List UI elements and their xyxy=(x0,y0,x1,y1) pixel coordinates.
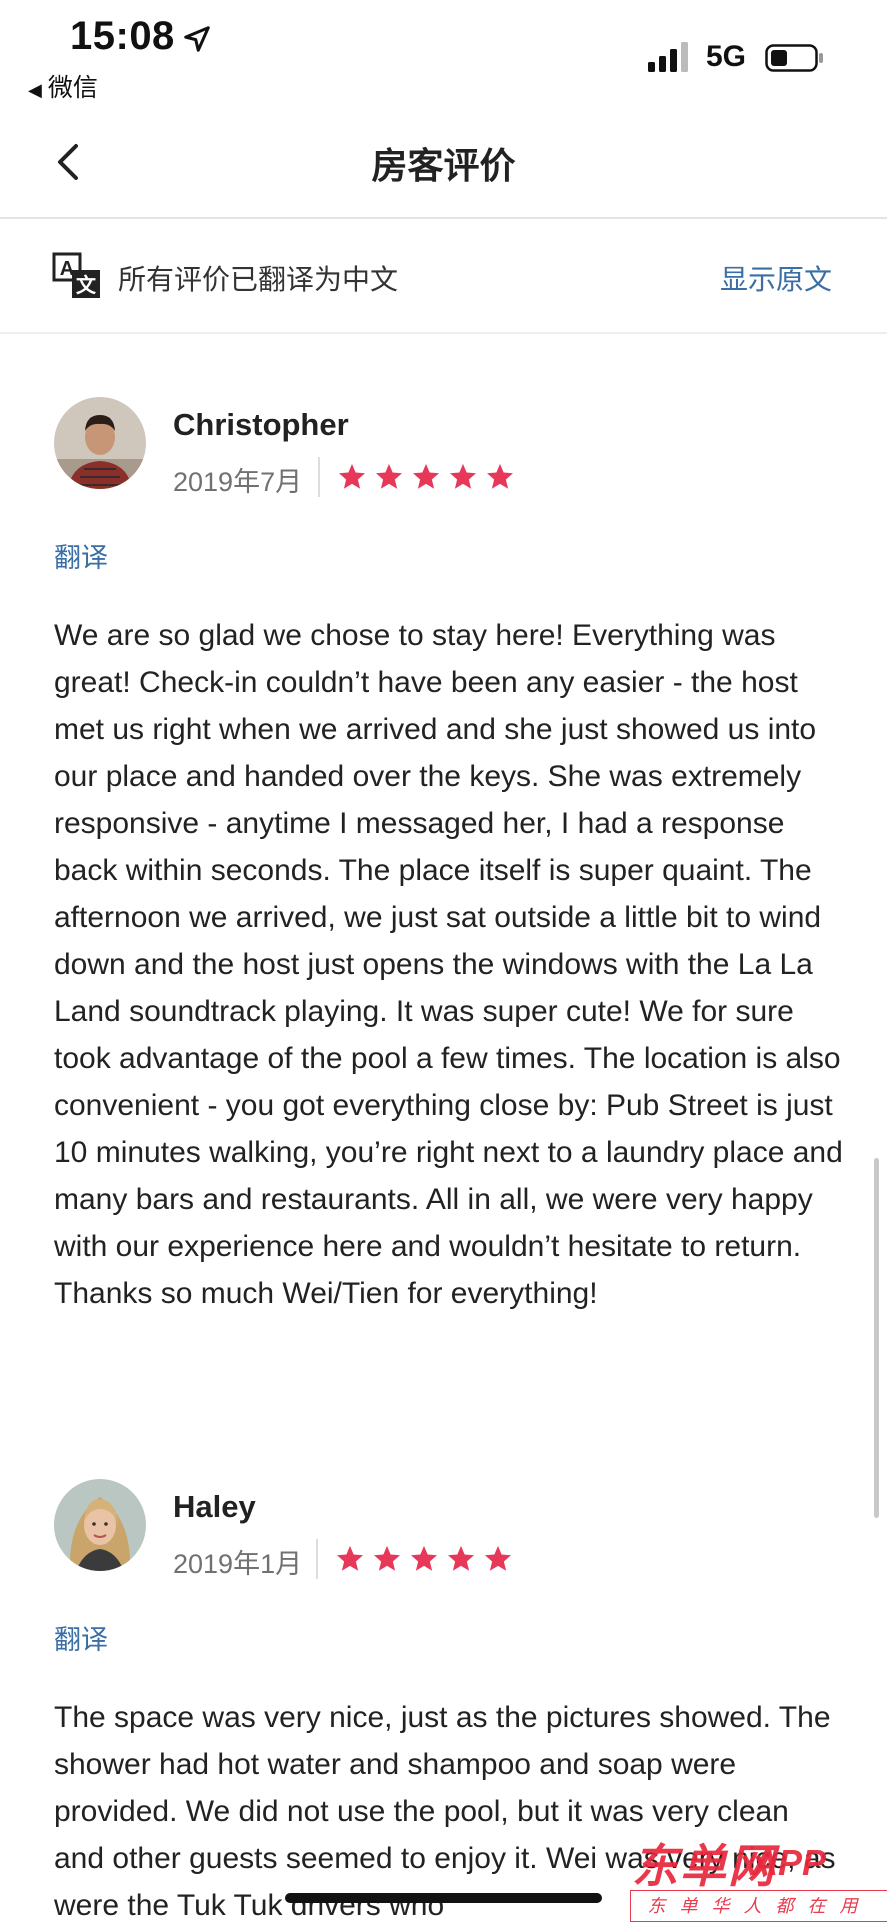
status-bar: 15:08 ◀ 微信 5G xyxy=(0,0,887,105)
rating-stars xyxy=(337,462,515,492)
back-app-label: 微信 xyxy=(47,74,98,102)
back-triangle-icon: ◀ xyxy=(28,80,42,100)
star-icon xyxy=(485,1545,511,1571)
translate-link[interactable]: 翻译 xyxy=(54,536,108,575)
divider xyxy=(318,457,320,497)
star-icon xyxy=(487,463,513,489)
avatar[interactable] xyxy=(54,397,146,489)
star-icon xyxy=(339,463,365,489)
avatar[interactable] xyxy=(54,1479,146,1571)
svg-text:文: 文 xyxy=(76,273,97,297)
reviewer-name: Haley xyxy=(173,1489,256,1524)
star-icon xyxy=(411,1545,437,1571)
status-time: 15:08 xyxy=(70,14,175,58)
star-icon xyxy=(337,1545,363,1571)
network-type: 5G xyxy=(706,40,747,73)
battery-icon xyxy=(765,44,823,72)
star-icon xyxy=(376,463,402,489)
divider xyxy=(316,1539,318,1579)
star-icon xyxy=(413,463,439,489)
translation-notice: 所有评价已翻译为中文 xyxy=(118,264,399,295)
translate-icon: A 文 xyxy=(52,252,100,298)
location-arrow-icon xyxy=(184,26,210,52)
translate-link[interactable]: 翻译 xyxy=(54,1618,108,1657)
avatar-christopher-image xyxy=(54,397,146,489)
scrollbar[interactable] xyxy=(874,1158,879,1518)
watermark-tagline: 东单华人都在用 xyxy=(630,1890,887,1922)
watermark-app: APP xyxy=(752,1842,827,1883)
show-original-link[interactable]: 显示原文 xyxy=(720,258,832,298)
home-indicator[interactable] xyxy=(285,1893,602,1903)
review-text: We are so glad we chose to stay here! Ev… xyxy=(54,619,843,1310)
cellular-signal-icon xyxy=(648,42,688,72)
star-icon xyxy=(374,1545,400,1571)
page-title: 房客评价 xyxy=(371,145,516,186)
star-icon xyxy=(450,463,476,489)
reviewer-name: Christopher xyxy=(173,407,349,442)
avatar-haley-image xyxy=(54,1479,146,1571)
star-icon xyxy=(448,1545,474,1571)
translation-banner: A 文 所有评价已翻译为中文 显示原文 xyxy=(0,218,887,334)
back-to-app-link[interactable]: ◀ 微信 xyxy=(28,68,98,104)
rating-stars xyxy=(335,1544,513,1574)
review-date: 2019年1月 xyxy=(173,1549,303,1579)
nav-bar: 房客评价 xyxy=(0,105,887,219)
review-date: 2019年7月 xyxy=(173,467,303,497)
